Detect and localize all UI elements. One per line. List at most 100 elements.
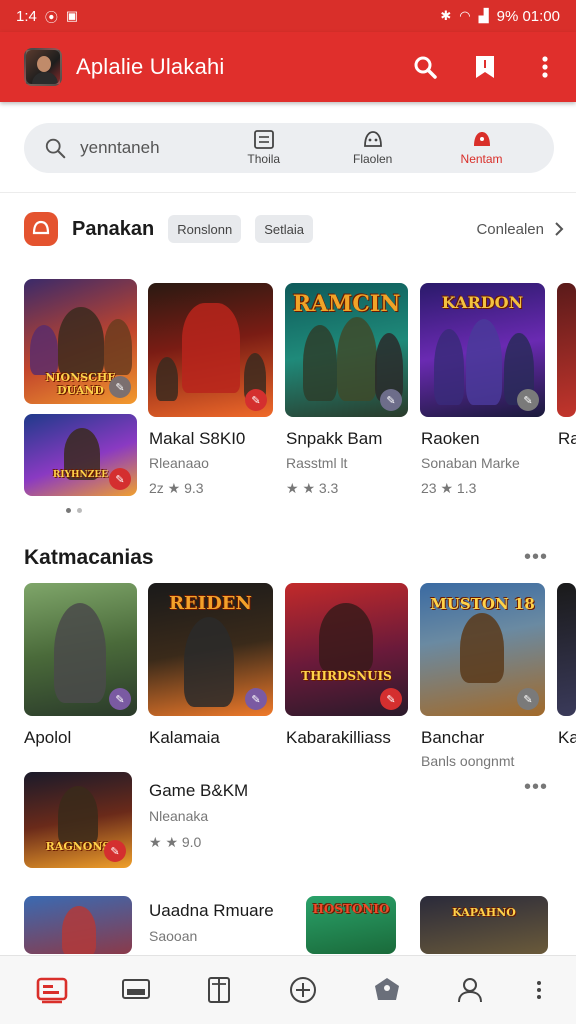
see-more-link[interactable]: Conlealen bbox=[476, 221, 564, 238]
search-bar[interactable]: yenntaneh Thoila Flaolen Nentam bbox=[24, 123, 554, 173]
play-badge-icon: ✎ bbox=[517, 688, 539, 710]
game-title[interactable]: Banchar bbox=[421, 728, 484, 748]
game-developer: Rleanaao bbox=[149, 455, 209, 471]
search-icon bbox=[414, 56, 437, 79]
game-title[interactable]: Uaadna Rmuare bbox=[149, 901, 274, 921]
game-card-image[interactable] bbox=[24, 896, 132, 954]
game-card-image[interactable]: ✎ bbox=[148, 283, 273, 417]
game-card-image[interactable]: NIONSCHE DUAND ✎ bbox=[24, 279, 137, 404]
game-icon bbox=[363, 131, 382, 147]
avatar[interactable] bbox=[24, 48, 62, 86]
more-vertical-icon bbox=[537, 981, 542, 999]
game-card-image[interactable] bbox=[557, 283, 576, 417]
filter-chip[interactable]: Setlaia bbox=[255, 215, 313, 243]
play-badge-icon: ✎ bbox=[109, 468, 131, 490]
divider bbox=[0, 192, 576, 193]
play-badge-icon: ✎ bbox=[104, 840, 126, 862]
tag-icon bbox=[374, 978, 399, 1000]
game-art-title: HOSTONIO bbox=[312, 902, 390, 916]
game-title[interactable]: Snpakk Bam bbox=[286, 429, 382, 449]
game-card-image[interactable]: RIYHNZEE ✎ bbox=[24, 414, 137, 496]
more-horizontal-icon[interactable]: ••• bbox=[524, 776, 548, 799]
carousel-dot bbox=[66, 508, 71, 513]
play-badge-icon: ✎ bbox=[517, 389, 539, 411]
play-badge-icon: ✎ bbox=[245, 688, 267, 710]
play-badge-icon: ✎ bbox=[380, 389, 402, 411]
section-title: Panakan bbox=[72, 217, 155, 240]
notification-icon: ⦿ bbox=[44, 9, 58, 25]
game-art-title: REIDEN bbox=[169, 593, 252, 614]
carousel-dot bbox=[77, 508, 82, 513]
bookmark-icon bbox=[476, 56, 494, 78]
play-badge-icon: ✎ bbox=[109, 376, 131, 398]
filter-chip[interactable]: Ronslonn bbox=[168, 215, 242, 243]
game-developer: Rasstml lt bbox=[286, 455, 348, 471]
game-title[interactable]: Kabarakilliass bbox=[286, 728, 391, 748]
status-bar: 1:4 ⦿ ▣ ✱ ◠ ▟ 9% 01:00 bbox=[0, 0, 576, 32]
segment-label: Flaolen bbox=[352, 152, 393, 166]
game-art-title: KAPAHNO bbox=[452, 906, 516, 919]
game-rating: ★ ★ 3.3 bbox=[286, 480, 339, 496]
game-rating: ★ ★ 9.0 bbox=[149, 834, 202, 850]
segment-thoila[interactable]: Thoila bbox=[209, 130, 318, 166]
more-options-button[interactable] bbox=[530, 52, 560, 82]
search-icon bbox=[45, 138, 66, 159]
game-card-image[interactable]: HOSTONIO bbox=[306, 896, 396, 954]
nav-profile[interactable] bbox=[445, 965, 495, 1015]
game-card-image[interactable]: MUSTON 18 ✎ bbox=[420, 583, 545, 716]
nav-library[interactable] bbox=[111, 965, 161, 1015]
segment-label: Thoila bbox=[247, 152, 281, 166]
game-developer: Nleanaka bbox=[149, 808, 209, 824]
game-art-title: THIRDSNUIS bbox=[301, 669, 392, 683]
game-developer: Banls oongnmt bbox=[421, 753, 515, 769]
bottom-navigation bbox=[0, 955, 576, 1024]
more-horizontal-icon[interactable]: ••• bbox=[524, 546, 548, 569]
nav-home[interactable] bbox=[27, 965, 77, 1015]
search-input[interactable]: yenntaneh bbox=[80, 138, 209, 158]
signal-icon: ▟ bbox=[478, 8, 489, 23]
play-badge-icon: ✎ bbox=[245, 389, 267, 411]
play-badge-icon: ✎ bbox=[380, 688, 402, 710]
nav-more[interactable] bbox=[529, 965, 549, 1015]
section-header: Panakan Ronslonn Setlaia Conlealen bbox=[24, 210, 564, 248]
game-rating: 23 ★ 1.3 bbox=[421, 480, 477, 496]
wifi-icon: ◠ bbox=[459, 8, 471, 23]
segment-flaolen[interactable]: Flaolen bbox=[318, 130, 427, 166]
battery-and-clock: 9% 01:00 bbox=[496, 7, 560, 25]
game-card-image[interactable]: ✎ bbox=[24, 583, 137, 716]
app-bar: Aplalie Ulakahi bbox=[0, 32, 576, 102]
game-title[interactable]: Apolol bbox=[24, 728, 71, 748]
more-vertical-icon bbox=[542, 56, 548, 78]
carousel-indicator bbox=[66, 508, 82, 513]
section-title: Katmacanias bbox=[24, 546, 154, 569]
game-card-image[interactable]: REIDEN ✎ bbox=[148, 583, 273, 716]
game-art-title: MUSTON 18 bbox=[430, 595, 535, 613]
chevron-right-icon bbox=[555, 222, 564, 236]
segment-nentam[interactable]: Nentam bbox=[427, 130, 536, 166]
game-title[interactable]: Kalamaia bbox=[149, 728, 220, 748]
search-button[interactable] bbox=[410, 52, 440, 82]
nav-add[interactable] bbox=[278, 965, 328, 1015]
game-card-image[interactable]: THIRDSNUIS ✎ bbox=[285, 583, 408, 716]
list-icon bbox=[253, 130, 274, 149]
game-card-image[interactable]: RAGNONS ✎ bbox=[24, 772, 132, 868]
game-title[interactable]: Ra bbox=[558, 429, 576, 449]
person-icon bbox=[458, 978, 483, 1003]
segment-label: Nentam bbox=[460, 152, 503, 166]
game-title[interactable]: Ka bbox=[558, 728, 576, 748]
bookmark-button[interactable] bbox=[470, 52, 500, 82]
game-title[interactable]: Raoken bbox=[421, 429, 480, 449]
game-title[interactable]: Makal S8KI0 bbox=[149, 429, 245, 449]
nav-offers[interactable] bbox=[362, 965, 412, 1015]
game-title[interactable]: Game B&KM bbox=[149, 781, 248, 801]
store-icon bbox=[36, 977, 68, 1004]
bluetooth-icon: ✱ bbox=[440, 8, 452, 23]
nav-books[interactable] bbox=[194, 965, 244, 1015]
add-circle-icon bbox=[289, 977, 316, 1003]
game-active-icon bbox=[473, 132, 490, 146]
game-card-image[interactable]: KARDON ✎ bbox=[420, 283, 545, 417]
game-card-image[interactable]: RAMCIN ✎ bbox=[285, 283, 408, 417]
game-card-image[interactable]: KAPAHNO bbox=[420, 896, 548, 954]
game-card-image[interactable] bbox=[557, 583, 576, 716]
play-badge-icon: ✎ bbox=[109, 688, 131, 710]
